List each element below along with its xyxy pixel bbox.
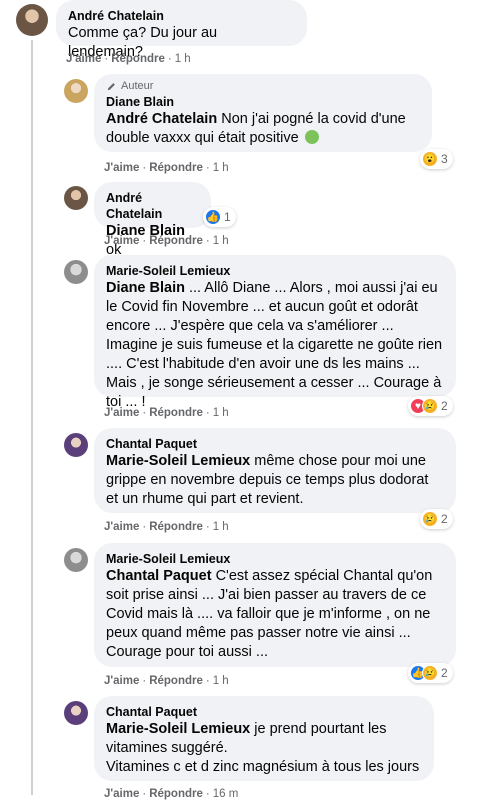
reply-link[interactable]: Répondre [149,675,203,687]
sad-reaction-icon: 😢 [422,398,438,414]
reply-link[interactable]: Répondre [149,162,203,174]
reply-link[interactable]: Répondre [149,407,203,419]
reaction-count: 2 [441,512,448,526]
comment-author[interactable]: André Chatelain [106,190,199,222]
comment-bubble: Marie-Soleil Lemieux Chantal Paquet C'es… [94,543,456,667]
avatar[interactable] [64,548,88,572]
like-link[interactable]: J'aime [104,407,139,419]
comment-actions: J'aime · Répondre · 1 h [104,675,229,687]
avatar[interactable] [64,260,88,284]
mention[interactable]: Diane Blain [106,280,185,296]
avatar[interactable] [64,186,88,210]
comment-actions: J'aime · Répondre · 16 m [104,788,239,800]
timestamp[interactable]: 1 h [213,521,229,533]
comment-bubble: André Chatelain Diane Blain ok [94,182,211,258]
comment-text: Marie-Soleil Lemieux je prend pourtant l… [106,721,387,756]
comment-actions: J'aime · Répondre · 1 h [66,53,191,65]
reaction-count: 2 [441,399,448,413]
reaction-summary[interactable]: 👍 1 [203,207,236,227]
comment-bubble: André Chatelain Comme ça? Du jour au len… [56,0,307,60]
avatar[interactable] [16,4,48,36]
comment-actions: J'aime · Répondre · 1 h [104,521,229,533]
avatar[interactable] [64,79,88,103]
sad-reaction-icon: 😢 [422,511,438,527]
comment-bubble: Marie-Soleil Lemieux Diane Blain ... All… [94,255,456,410]
reaction-summary[interactable]: 😮 3 [420,149,453,169]
comment-author[interactable]: Diane Blain [106,94,420,110]
like-link[interactable]: J'aime [104,675,139,687]
timestamp[interactable]: 1 h [213,407,229,419]
reaction-summary[interactable]: ♥ 😢 2 [408,396,453,416]
comment-author[interactable]: André Chatelain [68,8,295,24]
comment-author[interactable]: Chantal Paquet [106,436,444,452]
reaction-summary[interactable]: 😢 2 [420,509,453,529]
comment-text: Diane Blain ... Allô Diane ... Alors , m… [106,280,443,410]
comment-text-line2: Vitamines c et d zinc magnésium à tous l… [106,759,420,775]
reaction-summary[interactable]: 👍 😢 2 [408,663,453,683]
reply-link[interactable]: Répondre [149,235,203,247]
mention[interactable]: Marie-Soleil Lemieux [106,453,250,469]
comment-actions: J'aime · Répondre · 1 h [104,407,229,419]
like-link[interactable]: J'aime [104,162,139,174]
comment-bubble: Chantal Paquet Marie-Soleil Lemieux je p… [94,696,434,781]
sad-reaction-icon: 😢 [422,665,438,681]
comment-actions: J'aime · Répondre · 1 h [104,162,229,174]
like-link[interactable]: J'aime [104,521,139,533]
comment-text: André Chatelain Non j'ai pogné la covid … [106,111,406,146]
mention[interactable]: Chantal Paquet [106,568,212,584]
timestamp[interactable]: 1 h [213,235,229,247]
like-link[interactable]: J'aime [104,235,139,247]
like-link[interactable]: J'aime [104,788,139,800]
comment-author[interactable]: Marie-Soleil Lemieux [106,551,444,567]
mention[interactable]: André Chatelain [106,111,217,127]
comment-bubble: Auteur Diane Blain André Chatelain Non j… [94,74,432,152]
timestamp[interactable]: 16 m [213,788,239,800]
comment-author[interactable]: Chantal Paquet [106,704,422,720]
wow-reaction-icon: 😮 [422,151,438,167]
comment-bubble: Chantal Paquet Marie-Soleil Lemieux même… [94,428,456,513]
like-link[interactable]: J'aime [66,53,101,65]
author-badge: Auteur [106,80,420,92]
sick-face-emoji [304,130,319,144]
author-badge-label: Auteur [121,80,154,92]
comment-author[interactable]: Marie-Soleil Lemieux [106,263,444,279]
comment-text: Marie-Soleil Lemieux même chose pour moi… [106,453,429,507]
like-reaction-icon: 👍 [205,209,221,225]
timestamp[interactable]: 1 h [175,53,191,65]
avatar[interactable] [64,701,88,725]
timestamp[interactable]: 1 h [213,675,229,687]
reply-link[interactable]: Répondre [149,788,203,800]
thread-line [31,40,33,795]
reaction-count: 1 [224,210,231,224]
reply-link[interactable]: Répondre [149,521,203,533]
reaction-count: 2 [441,666,448,680]
reply-link[interactable]: Répondre [111,53,165,65]
pencil-icon [107,82,115,90]
comment-text: Chantal Paquet C'est assez spécial Chant… [106,568,433,660]
timestamp[interactable]: 1 h [213,162,229,174]
comment-actions: J'aime · Répondre · 1 h [104,235,229,247]
reaction-count: 3 [441,152,448,166]
avatar[interactable] [64,433,88,457]
mention[interactable]: Marie-Soleil Lemieux [106,721,250,737]
